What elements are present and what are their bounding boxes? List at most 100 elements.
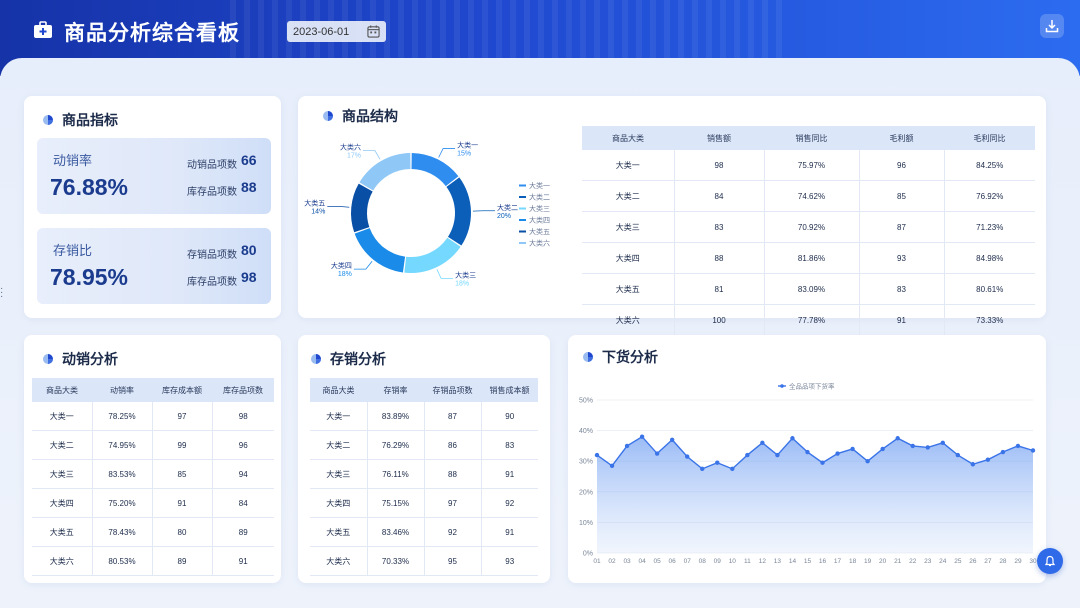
data-point[interactable]: [790, 436, 795, 441]
column-header[interactable]: 毛利额: [859, 126, 944, 150]
legend-item[interactable]: 大类六: [529, 239, 550, 248]
table-cell: 98: [212, 402, 274, 431]
legend-item[interactable]: 大类二: [529, 193, 550, 202]
data-point[interactable]: [985, 457, 991, 462]
column-header[interactable]: 毛利同比: [944, 126, 1035, 150]
data-point[interactable]: [594, 452, 600, 458]
table-row[interactable]: 大类二 76.29% 86 83: [310, 430, 538, 460]
column-header[interactable]: 销售成本额: [481, 378, 538, 402]
legend-item[interactable]: 大类五: [529, 227, 550, 236]
column-header[interactable]: 存销品项数: [424, 378, 481, 402]
data-point[interactable]: [955, 452, 961, 458]
legend-item[interactable]: 大类三: [529, 204, 550, 213]
table-row[interactable]: 大类六 80.53% 89 91: [32, 546, 274, 576]
column-header[interactable]: 销售额: [674, 126, 764, 150]
table-cell: 78.25%: [92, 402, 153, 431]
table-cell: 89: [212, 517, 274, 547]
table-cell: 75.97%: [764, 150, 860, 181]
float-action-button[interactable]: [1037, 548, 1063, 574]
x-tick-label: 11: [744, 558, 751, 565]
x-tick-label: 02: [608, 558, 616, 565]
data-point[interactable]: [1030, 448, 1036, 453]
column-header[interactable]: 商品大类: [310, 378, 367, 402]
table-cell: 大类五: [32, 517, 93, 547]
data-point[interactable]: [1015, 443, 1021, 449]
column-header[interactable]: 库存成本额: [152, 378, 212, 402]
table-row[interactable]: 大类二 84 74.62% 85 76.92%: [582, 180, 1035, 212]
data-point[interactable]: [925, 445, 930, 450]
table-cell: 84: [212, 488, 274, 518]
data-point[interactable]: [730, 466, 735, 472]
side-handle-icon[interactable]: · · ·: [0, 284, 3, 302]
data-point[interactable]: [805, 449, 810, 455]
table-cell: 76.29%: [367, 430, 425, 460]
table-row[interactable]: 大类五 81 83.09% 83 80.61%: [582, 273, 1035, 305]
table-row[interactable]: 大类三 76.11% 88 91: [310, 459, 538, 489]
data-point[interactable]: [865, 459, 870, 464]
table-cell: 94: [212, 459, 274, 489]
table-cell: 大类六: [310, 546, 368, 576]
data-point[interactable]: [745, 452, 750, 458]
kpi-value: 78.95%: [50, 264, 129, 290]
table-row[interactable]: 大类二 74.95% 99 96: [32, 430, 274, 460]
donut-slice[interactable]: [351, 183, 373, 233]
table-row[interactable]: 大类四 75.15% 97 92: [310, 488, 538, 518]
donut-slice[interactable]: [411, 153, 459, 187]
table-cell: 大类四: [32, 488, 93, 518]
table-row[interactable]: 大类一 98 75.97% 96 84.25%: [582, 150, 1035, 181]
table-row[interactable]: 大类六 100 77.78% 91 73.33%: [582, 304, 1035, 336]
data-point[interactable]: [940, 440, 945, 446]
data-point[interactable]: [775, 452, 780, 458]
data-point[interactable]: [895, 436, 900, 441]
column-header[interactable]: 动销率: [92, 378, 152, 402]
table-row[interactable]: 大类四 88 81.86% 93 84.98%: [582, 242, 1035, 274]
table-row[interactable]: 大类一 83.89% 87 90: [310, 402, 538, 431]
table-row[interactable]: 大类五 78.43% 80 89: [32, 517, 274, 547]
data-point[interactable]: [880, 446, 885, 452]
data-point[interactable]: [820, 460, 825, 465]
table-row[interactable]: 大类三 83 70.92% 87 71.23%: [582, 211, 1035, 243]
donut-slice[interactable]: [359, 153, 411, 191]
donut-label-pct: 20%: [497, 213, 511, 220]
data-point[interactable]: [970, 462, 976, 467]
data-point[interactable]: [700, 466, 705, 472]
data-point[interactable]: [850, 446, 855, 452]
x-tick-label: 25: [954, 558, 962, 565]
kpi-sub-label: 存销品项数: [187, 250, 237, 261]
data-point[interactable]: [639, 434, 645, 439]
column-header[interactable]: 商品大类: [582, 126, 674, 150]
data-point[interactable]: [669, 437, 675, 442]
donut-slice[interactable]: [446, 177, 471, 246]
donut-slice[interactable]: [354, 228, 406, 273]
table-cell: 70.92%: [764, 211, 860, 243]
data-point[interactable]: [609, 463, 615, 468]
column-header[interactable]: 存销率: [367, 378, 424, 402]
data-point[interactable]: [1000, 449, 1006, 455]
column-header[interactable]: 商品大类: [32, 378, 92, 402]
table-row[interactable]: 大类六 70.33% 95 93: [310, 546, 538, 576]
data-point[interactable]: [760, 440, 765, 446]
column-header[interactable]: 库存品项数: [212, 378, 274, 402]
data-point[interactable]: [624, 443, 630, 449]
donut-slice[interactable]: [404, 237, 461, 273]
table-row[interactable]: 大类四 75.20% 91 84: [32, 488, 274, 518]
table-row[interactable]: 大类三 83.53% 85 94: [32, 459, 274, 489]
date-picker[interactable]: 2023-06-01: [287, 21, 386, 42]
table-row[interactable]: 大类五 83.46% 92 91: [310, 517, 538, 547]
download-icon: [1045, 20, 1059, 33]
column-header[interactable]: 销售同比: [764, 126, 859, 150]
table-row[interactable]: 大类一 78.25% 97 98: [32, 402, 274, 431]
legend-item[interactable]: 大类一: [529, 181, 550, 190]
table-cell: 74.62%: [764, 180, 860, 212]
donut-label-pct: 15%: [457, 151, 471, 158]
legend-item[interactable]: 大类四: [529, 216, 550, 225]
data-point[interactable]: [910, 443, 915, 449]
data-point[interactable]: [835, 451, 840, 456]
data-point[interactable]: [654, 451, 660, 456]
data-point[interactable]: [685, 454, 690, 459]
kpi-label: 动销率: [53, 153, 93, 168]
data-point[interactable]: [715, 460, 720, 465]
download-button[interactable]: [1040, 14, 1064, 38]
legend-item[interactable]: 全品品项下货率: [789, 382, 835, 391]
donut-label-name: 大类一: [457, 141, 478, 150]
